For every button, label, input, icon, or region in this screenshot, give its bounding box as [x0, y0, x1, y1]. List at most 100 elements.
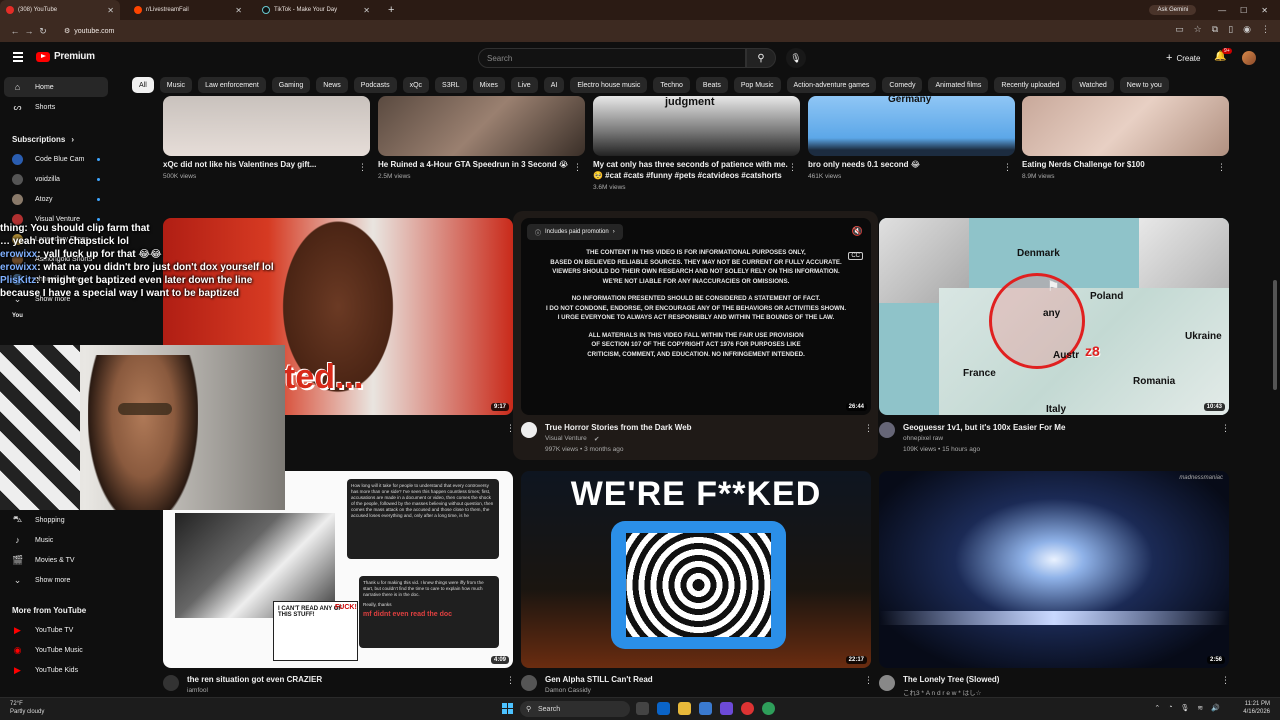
video-title[interactable]: bro only needs 0.1 second 😂: [808, 160, 920, 169]
video-title[interactable]: He Ruined a 4-Hour GTA Speedrun in 3 Sec…: [378, 160, 568, 169]
close-tab-icon[interactable]: ✕: [235, 6, 242, 15]
channel-name[interactable]: Damon Cassidy: [545, 687, 591, 694]
voice-search-icon[interactable]: 🎙: [786, 48, 806, 68]
file-explorer-icon[interactable]: [657, 702, 670, 715]
video-thumbnail[interactable]: [378, 96, 585, 156]
search-button[interactable]: ⚲: [746, 48, 776, 68]
channel-avatar[interactable]: [521, 422, 537, 438]
video-title[interactable]: the ren situation got even CRAZIER: [187, 675, 322, 684]
sidebar-subscription-item[interactable]: Atozy: [0, 189, 130, 209]
sidebar-item-movies[interactable]: 🎬 Movies & TV: [0, 550, 130, 570]
more-options-icon[interactable]: ⋮: [1221, 675, 1230, 686]
forward-icon[interactable]: →: [22, 26, 36, 36]
page-scrollbar[interactable]: [1273, 280, 1277, 390]
taskbar-search[interactable]: ⚲ Search: [520, 701, 630, 717]
sidebar-item-shorts[interactable]: ᔕ Shorts: [0, 97, 130, 117]
more-options-icon[interactable]: ⋮: [864, 423, 873, 434]
channel-name[interactable]: iamfool: [187, 687, 208, 694]
tab-tiktok[interactable]: TikTok - Make Your Day ✕: [256, 0, 376, 20]
task-view-icon[interactable]: [636, 702, 649, 715]
ask-gemini-button[interactable]: Ask Gemini: [1149, 5, 1197, 15]
video-title[interactable]: Eating Nerds Challenge for $100: [1022, 160, 1145, 169]
sidebar-item-youtube-music[interactable]: ◉ YouTube Music: [0, 640, 130, 660]
sidebar-item-home[interactable]: ⌂ Home: [4, 77, 108, 97]
subscriptions-header[interactable]: Subscriptions ›: [0, 129, 130, 149]
back-icon[interactable]: ←: [8, 26, 22, 36]
profile-icon[interactable]: ◉: [1243, 24, 1251, 35]
filter-chip[interactable]: Recently uploaded: [994, 77, 1067, 93]
sidebar-item-shopping[interactable]: ⛍ Shopping: [0, 510, 130, 530]
channel-avatar[interactable]: [879, 422, 895, 438]
site-info-icon[interactable]: ⚙: [64, 27, 70, 35]
hamburger-menu-icon[interactable]: [13, 52, 23, 62]
close-tab-icon[interactable]: ✕: [363, 6, 370, 15]
you-header[interactable]: You: [0, 309, 130, 323]
more-options-icon[interactable]: ⋮: [864, 675, 873, 686]
sidebar-item-youtube-kids[interactable]: ▶ YouTube Kids: [0, 660, 130, 680]
weather-widget[interactable]: 72°F Partly cloudy: [10, 700, 44, 716]
sidebar-subscription-item[interactable]: Code Blue Cam: [0, 149, 130, 169]
more-options-icon[interactable]: ⋮: [1217, 162, 1226, 173]
video-title[interactable]: xQc did not like his Valentines Day gift…: [163, 160, 316, 169]
browser-icon[interactable]: [762, 702, 775, 715]
tab-reddit[interactable]: r/LivestreamFail ✕: [128, 0, 248, 20]
network-icon[interactable]: ◔: [1168, 704, 1172, 712]
youtube-premium-logo[interactable]: Premium: [36, 51, 95, 62]
filter-chip[interactable]: Animated films: [928, 77, 989, 93]
filter-chip[interactable]: AI: [543, 77, 565, 93]
video-thumbnail[interactable]: Denmark Poland Ukraine France Romania It…: [879, 218, 1229, 415]
more-options-icon[interactable]: ⋮: [1221, 423, 1230, 434]
video-title[interactable]: Geoguessr 1v1, but it's 100x Easier For …: [903, 423, 1065, 432]
more-options-icon[interactable]: ⋮: [573, 162, 582, 173]
video-title[interactable]: The Lonely Tree (Slowed): [903, 675, 999, 684]
video-title-line2[interactable]: 🥺 #cat #cats #funny #pets #catvideos #ca…: [593, 171, 782, 180]
close-tab-icon[interactable]: ✕: [107, 6, 114, 15]
mic-icon[interactable]: 🎙: [1181, 704, 1190, 712]
bookmark-star-icon[interactable]: ☆: [1194, 24, 1202, 35]
sidepanel-icon[interactable]: ▯: [1228, 24, 1233, 35]
video-thumbnail[interactable]: WE'RE F**KED 22:17: [521, 471, 871, 668]
more-options-icon[interactable]: ⋮: [358, 162, 367, 173]
maximize-icon[interactable]: ☐: [1240, 6, 1247, 15]
chrome-icon[interactable]: [741, 702, 754, 715]
filter-chip[interactable]: Electro house music: [570, 77, 648, 93]
channel-avatar[interactable]: [163, 675, 179, 691]
search-input[interactable]: Search: [478, 48, 746, 68]
account-avatar[interactable]: [1242, 51, 1256, 65]
filter-chip[interactable]: S3RL: [435, 77, 467, 93]
more-options-icon[interactable]: ⋮: [506, 675, 515, 686]
filter-chip[interactable]: New to you: [1119, 77, 1169, 93]
folder-icon[interactable]: [678, 702, 691, 715]
cast-icon[interactable]: ▭: [1175, 24, 1184, 35]
video-thumbnail[interactable]: Germany: [808, 96, 1015, 156]
channel-name[interactable]: これ3 * A n d r e w * はし☆: [903, 687, 981, 697]
create-button[interactable]: + Create: [1160, 50, 1206, 66]
video-thumbnail[interactable]: madnessmaniac 2:56: [879, 471, 1229, 668]
filter-chip[interactable]: All: [132, 77, 154, 93]
filter-chip[interactable]: Beats: [695, 77, 728, 93]
filter-chip[interactable]: Mixes: [472, 77, 505, 93]
filter-chip[interactable]: News: [316, 77, 348, 93]
reload-icon[interactable]: ↻: [36, 26, 50, 37]
sidebar-item-show-more[interactable]: ⌄ Show more: [0, 570, 130, 590]
filter-chip[interactable]: Watched: [1072, 77, 1114, 93]
tab-youtube[interactable]: (308) YouTube ✕: [0, 0, 120, 20]
more-options-icon[interactable]: ⋮: [1003, 162, 1012, 173]
video-thumbnail[interactable]: [1022, 96, 1229, 156]
close-window-icon[interactable]: ✕: [1261, 6, 1268, 15]
video-thumbnail[interactable]: [163, 96, 370, 156]
app-icon[interactable]: [699, 702, 712, 715]
video-thumbnail[interactable]: judgment: [593, 96, 800, 156]
sidebar-item-music[interactable]: ♪ Music: [0, 530, 130, 550]
filter-chip[interactable]: Gaming: [271, 77, 311, 93]
channel-avatar[interactable]: [879, 675, 895, 691]
browser-menu-icon[interactable]: ⋮: [1261, 24, 1270, 35]
sidebar-subscription-item[interactable]: voidzilla: [0, 169, 130, 189]
video-title[interactable]: My cat only has three seconds of patienc…: [593, 160, 788, 169]
volume-icon[interactable]: 🔊: [1211, 704, 1220, 712]
clock[interactable]: 11:21 PM 4/16/2026: [1243, 700, 1270, 716]
mute-icon[interactable]: 🔇: [852, 226, 863, 237]
sidebar-item-youtube-tv[interactable]: ▶ YouTube TV: [0, 620, 130, 640]
channel-avatar[interactable]: [521, 675, 537, 691]
more-options-icon[interactable]: ⋮: [788, 162, 797, 173]
